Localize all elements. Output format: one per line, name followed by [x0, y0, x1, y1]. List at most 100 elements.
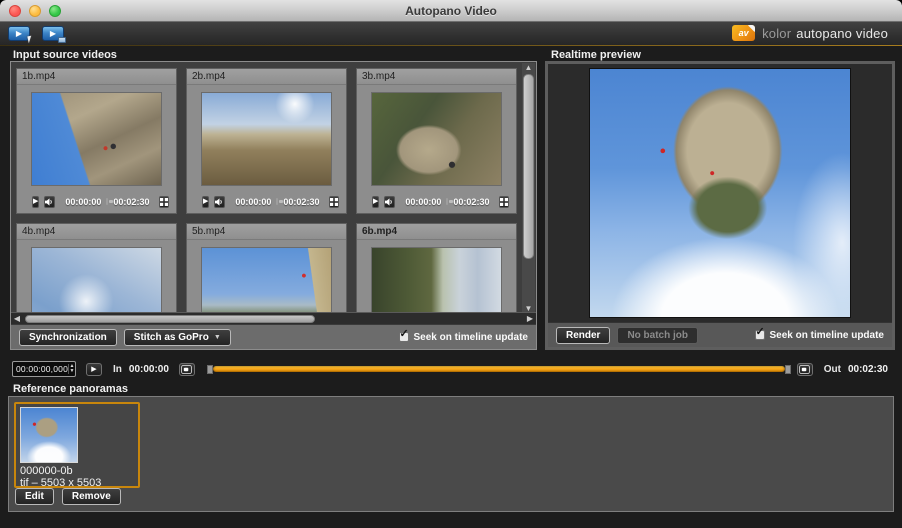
timeline-bar: 00:00:00,000 ▲▼ ▶ In 00:00:00 Out 00:02:… — [0, 358, 902, 380]
video-thumbnail — [201, 92, 332, 186]
play-button[interactable]: ▶ — [202, 196, 209, 208]
reference-panoramas-panel: 000000-0b tif – 5503 x 5503 Edit Remove — [8, 396, 894, 512]
timeline-range-bar[interactable] — [213, 366, 785, 372]
reference-panel-title: Reference panoramas — [13, 383, 128, 395]
speed-slider[interactable] — [106, 198, 108, 205]
scrollbar-thumb[interactable] — [25, 315, 315, 323]
stitch-as-gopro-button[interactable]: Stitch as GoPro ▼ — [124, 329, 231, 346]
video-end-time: 00:02:30 — [113, 197, 149, 207]
spinner-arrows[interactable]: ▲▼ — [68, 364, 75, 374]
input-panel-toolbar: Synchronization Stitch as GoPro ▼ ✓ Seek… — [11, 324, 536, 349]
audio-button[interactable] — [44, 196, 55, 208]
play-button[interactable]: ▶ — [32, 196, 39, 208]
scroll-left-icon[interactable]: ◀ — [11, 314, 23, 323]
seek-checkbox-wrap[interactable]: ✓ Seek on timeline update — [399, 332, 528, 343]
edit-button[interactable]: Edit — [15, 488, 54, 505]
close-window-icon[interactable] — [9, 5, 21, 17]
seek-checkbox[interactable]: ✓ — [755, 330, 765, 340]
play-button[interactable]: ▶ — [372, 196, 379, 208]
fullscreen-button[interactable] — [499, 196, 509, 208]
vertical-scrollbar[interactable]: ▲ ▼ — [522, 63, 535, 312]
autopano-video-badge-icon: av — [732, 25, 755, 41]
traffic-lights — [9, 5, 61, 17]
check-icon: ✓ — [756, 325, 765, 338]
seek-checkbox-wrap[interactable]: ✓ Seek on timeline update — [755, 330, 884, 341]
input-source-panel: 1b.mp4 ▶ 00:00:00 00:02:30 2b.mp4 ▶ — [10, 61, 537, 350]
scroll-down-icon[interactable]: ▼ — [525, 304, 533, 312]
window-title: Autopano Video — [405, 4, 497, 18]
timeline-play-button[interactable]: ▶ — [86, 363, 102, 376]
timecode-value: 00:00:00,000 — [13, 364, 68, 374]
kolor-text: kolor — [762, 26, 791, 41]
toolbar: ▶ ▶ av kolor autopano video — [0, 22, 902, 45]
video-card[interactable]: 3b.mp4 ▶ 00:00:00 00:02:30 — [356, 68, 517, 214]
remove-button[interactable]: Remove — [62, 488, 121, 505]
check-icon: ✓ — [400, 327, 409, 340]
preview-panel-title: Realtime preview — [551, 49, 641, 61]
audio-button[interactable] — [384, 196, 395, 208]
scrollbar-thumb[interactable] — [523, 74, 534, 259]
preview-panel-toolbar: Render No batch job ✓ Seek on timeline u… — [548, 322, 892, 347]
realtime-preview-panel: Render No batch job ✓ Seek on timeline u… — [545, 61, 895, 350]
video-card[interactable]: 5b.mp4 ▶ 00:00:00 — [186, 223, 347, 312]
video-card[interactable]: 6b.mp4 ▶ 00:00:00 — [356, 223, 517, 312]
video-name: 2b.mp4 — [187, 69, 346, 85]
video-card[interactable]: 2b.mp4 ▶ 00:00:00 00:02:30 — [186, 68, 347, 214]
spin-down-icon[interactable]: ▼ — [70, 369, 75, 374]
set-out-point-button[interactable] — [797, 363, 813, 376]
video-name: 5b.mp4 — [187, 224, 346, 240]
cursor-overlay-icon — [27, 36, 32, 44]
in-value: 00:00:00 — [129, 364, 169, 375]
reference-thumbnail — [20, 407, 78, 463]
timeline-track[interactable] — [207, 365, 791, 374]
synchronization-button[interactable]: Synchronization — [19, 329, 117, 346]
video-end-time: 00:02:30 — [453, 197, 489, 207]
open-videos-icon[interactable]: ▶ — [8, 26, 30, 41]
timecode-spinner[interactable]: 00:00:00,000 ▲▼ — [12, 361, 76, 377]
video-start-time: 00:00:00 — [235, 197, 271, 207]
horizontal-scrollbar[interactable]: ◀ ▶ — [11, 312, 536, 324]
seek-checkbox[interactable]: ✓ — [399, 332, 409, 342]
app-window: Autopano Video ▶ ▶ av kolor autopano vide… — [0, 0, 902, 528]
preview-area — [548, 64, 892, 322]
fullscreen-button[interactable] — [159, 196, 169, 208]
out-handle[interactable] — [785, 365, 791, 374]
out-value: 00:02:30 — [848, 364, 888, 375]
speed-slider[interactable] — [446, 198, 448, 205]
video-name: 6b.mp4 — [357, 224, 516, 240]
video-thumbnail — [31, 247, 162, 312]
minimize-window-icon[interactable] — [29, 5, 41, 17]
video-thumbnail — [31, 92, 162, 186]
zoom-window-icon[interactable] — [49, 5, 61, 17]
window-overlay-icon — [58, 37, 66, 43]
video-card[interactable]: 4b.mp4 ▶ 00:00:00 — [16, 223, 177, 312]
set-in-point-button[interactable] — [179, 363, 195, 376]
scroll-up-icon[interactable]: ▲ — [525, 63, 533, 74]
out-label: Out — [824, 364, 841, 375]
video-thumbnail — [371, 92, 502, 186]
video-name: 1b.mp4 — [17, 69, 176, 85]
video-end-time: 00:02:30 — [283, 197, 319, 207]
titlebar[interactable]: Autopano Video — [0, 0, 902, 22]
add-videos-icon[interactable]: ▶ — [42, 26, 64, 41]
play-glyph: ▶ — [16, 30, 22, 38]
video-start-time: 00:00:00 — [65, 197, 101, 207]
no-batch-job-button: No batch job — [617, 327, 698, 344]
video-card[interactable]: 1b.mp4 ▶ 00:00:00 00:02:30 — [16, 68, 177, 214]
render-button[interactable]: Render — [556, 327, 610, 344]
video-name: 3b.mp4 — [357, 69, 516, 85]
product-text: autopano video — [796, 26, 888, 41]
reference-name: 000000-0b — [20, 465, 134, 477]
video-thumbnail — [371, 247, 502, 312]
audio-button[interactable] — [214, 196, 225, 208]
speed-slider[interactable] — [276, 198, 278, 205]
video-name: 4b.mp4 — [17, 224, 176, 240]
fullscreen-button[interactable] — [329, 196, 339, 208]
scroll-right-icon[interactable]: ▶ — [524, 314, 536, 323]
in-label: In — [113, 364, 122, 375]
reference-panorama-item[interactable]: 000000-0b tif – 5503 x 5503 — [14, 402, 140, 488]
stitch-button-label: Stitch as GoPro — [134, 332, 209, 343]
brand-logo: av kolor autopano video — [732, 25, 888, 41]
video-cards-viewport: 1b.mp4 ▶ 00:00:00 00:02:30 2b.mp4 ▶ — [11, 62, 536, 312]
brand-text: kolor autopano video — [762, 26, 888, 41]
